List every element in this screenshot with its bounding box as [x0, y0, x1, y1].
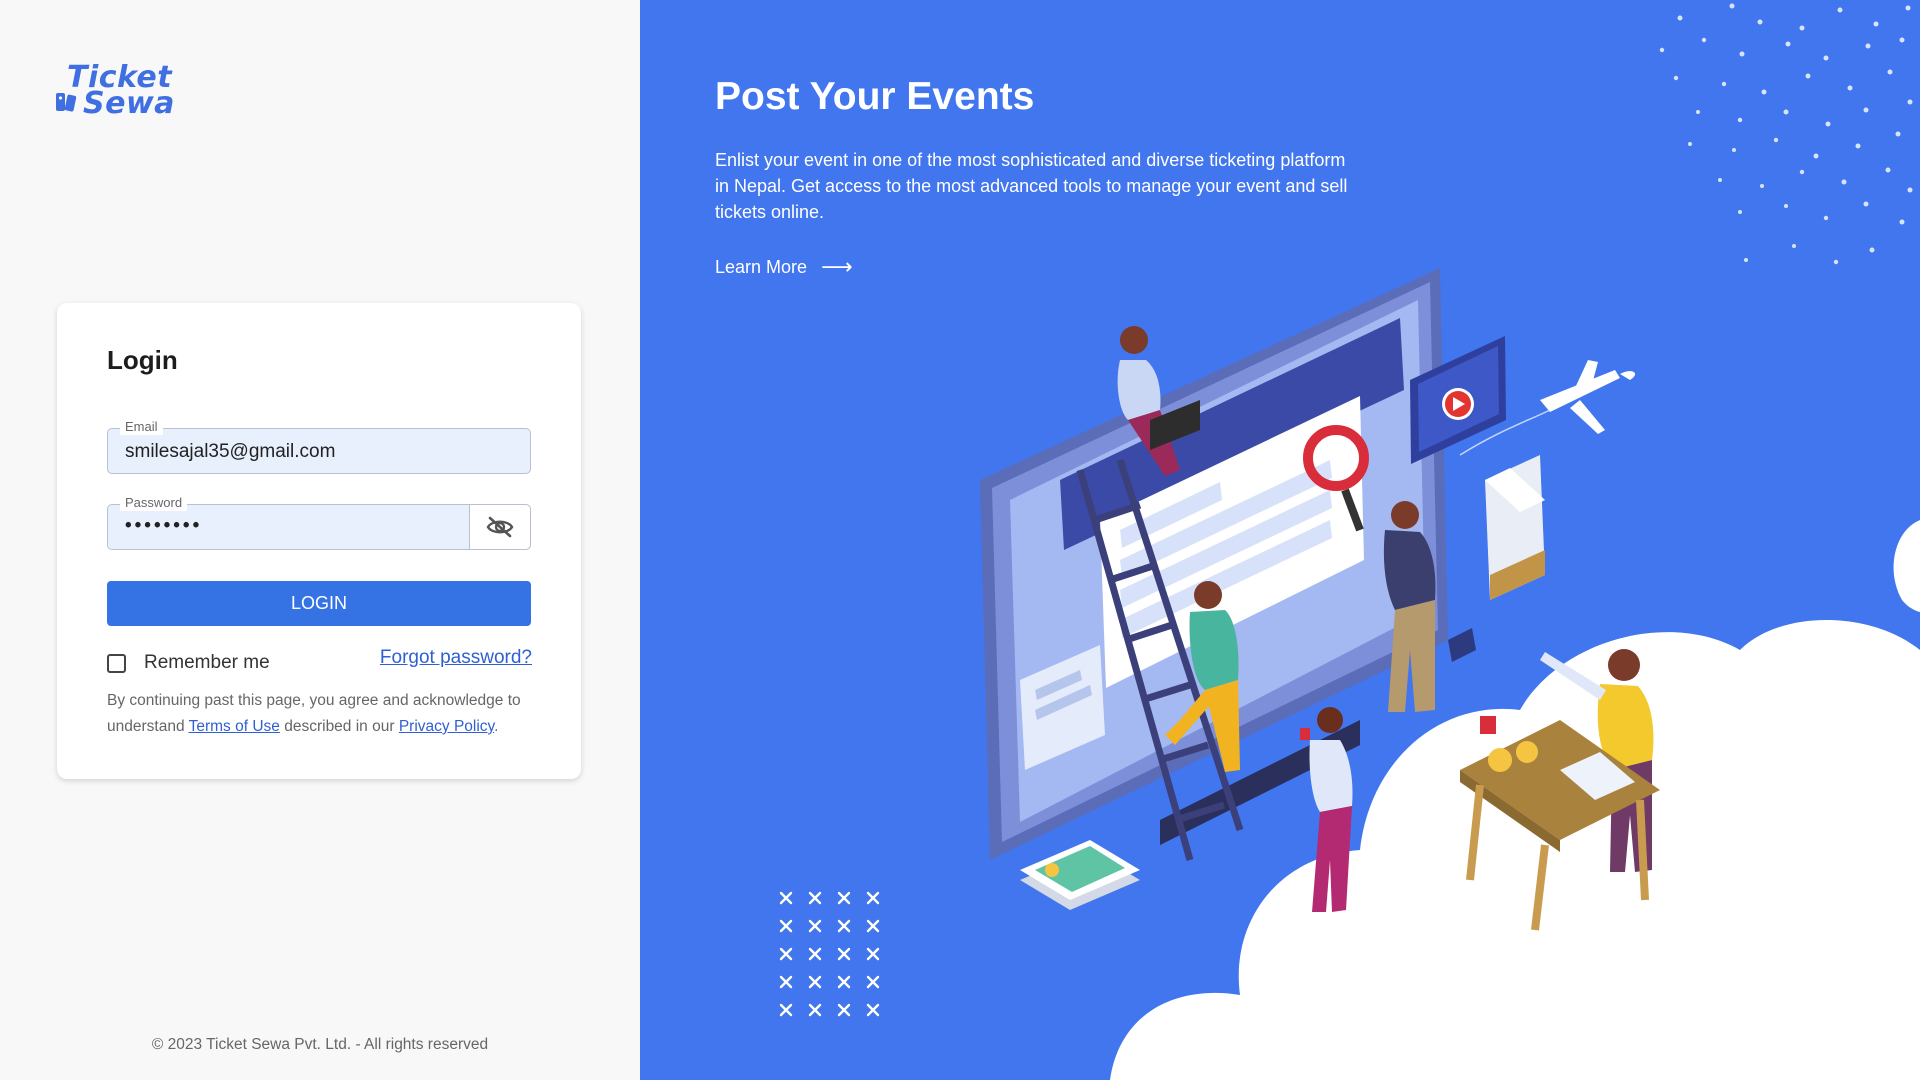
terms-of-use-link[interactable]: Terms of Use — [189, 718, 280, 735]
hero-description: Enlist your event in one of the most sop… — [715, 150, 1348, 222]
login-panel: Ticket Sewa Login Email smilesajal35@gma… — [0, 0, 640, 1080]
toggle-password-button[interactable] — [469, 505, 530, 549]
learn-more-label[interactable]: Learn More — [715, 257, 807, 278]
ticket-sewa-logo[interactable]: Ticket Sewa — [55, 60, 174, 121]
terms-text: By continuing past this page, you agree … — [107, 688, 537, 740]
password-value[interactable]: •••••••• — [125, 515, 202, 537]
hero-panel: Post Your Events Enlist your event in on… — [640, 0, 1920, 1080]
plane — [1540, 360, 1636, 434]
forgot-password-link[interactable]: Forgot password? — [380, 647, 532, 669]
remember-label[interactable]: Remember me — [144, 652, 270, 674]
password-label: Password — [120, 495, 188, 511]
photo-stack — [1020, 840, 1140, 910]
privacy-policy-link[interactable]: Privacy Policy — [399, 718, 494, 735]
remember-me[interactable]: Remember me — [107, 650, 270, 676]
hero-title: Post Your Events — [715, 75, 1035, 118]
dots-pattern — [1659, 3, 1913, 265]
learn-more-link[interactable]: Learn More ⟶ — [715, 254, 853, 280]
login-button[interactable]: LOGIN — [107, 581, 531, 626]
paper-stack — [1485, 455, 1545, 600]
password-field[interactable]: Password •••••••• — [107, 495, 531, 550]
terms-suffix: . — [494, 718, 499, 735]
login-title: Login — [107, 345, 178, 375]
email-value[interactable]: smilesajal35@gmail.com — [125, 441, 335, 463]
terms-middle: described in our — [284, 718, 395, 735]
email-field[interactable]: Email smilesajal35@gmail.com — [107, 419, 531, 474]
login-card: Login Email smilesajal35@gmail.com Passw… — [57, 303, 581, 779]
remember-checkbox[interactable] — [107, 653, 126, 673]
copyright: © 2023 Ticket Sewa Pvt. Ltd. - All right… — [151, 1036, 489, 1053]
cross-pattern — [779, 891, 880, 1017]
logo-text-sewa: Sewa — [83, 86, 175, 121]
arrow-right-icon: ⟶ — [821, 254, 853, 279]
eye-off-icon — [486, 516, 514, 538]
email-label: Email — [120, 419, 163, 435]
